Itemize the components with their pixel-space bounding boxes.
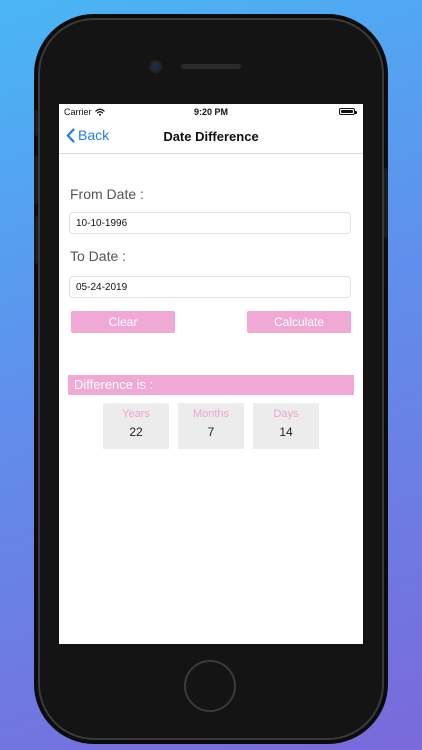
from-date-label: From Date : [70,186,144,202]
years-result: Years 22 [103,403,169,449]
earpiece-speaker [181,64,241,69]
days-label: Days [273,408,299,420]
battery-icon [339,108,357,115]
from-date-field[interactable] [69,212,351,234]
days-value: 14 [279,425,293,439]
to-date-field[interactable] [69,276,351,298]
months-label: Months [192,408,230,420]
navigation-bar: Back Date Difference [59,119,363,154]
years-value: 22 [129,425,143,439]
days-result: Days 14 [253,403,319,449]
difference-header: Difference is : [68,375,354,395]
months-value: 7 [207,425,215,439]
app-screen: Carrier 9:20 PM Back Date Difference Fro… [59,104,363,644]
status-bar: Carrier 9:20 PM [59,104,363,119]
volume-down-button [34,216,38,264]
months-result: Months 7 [178,403,244,449]
power-button [384,168,388,238]
volume-up-button [34,156,38,204]
page-title: Date Difference [163,129,259,144]
clear-button[interactable]: Clear [71,311,175,333]
phone-frame: Carrier 9:20 PM Back Date Difference Fro… [34,18,388,740]
home-button[interactable] [184,660,236,712]
years-label: Years [122,408,150,420]
battery-level [341,110,353,113]
mute-switch [34,110,38,136]
to-date-label: To Date : [70,248,127,264]
calculate-button[interactable]: Calculate [247,311,351,333]
front-camera [151,62,160,71]
status-time: 9:20 PM [193,107,228,117]
